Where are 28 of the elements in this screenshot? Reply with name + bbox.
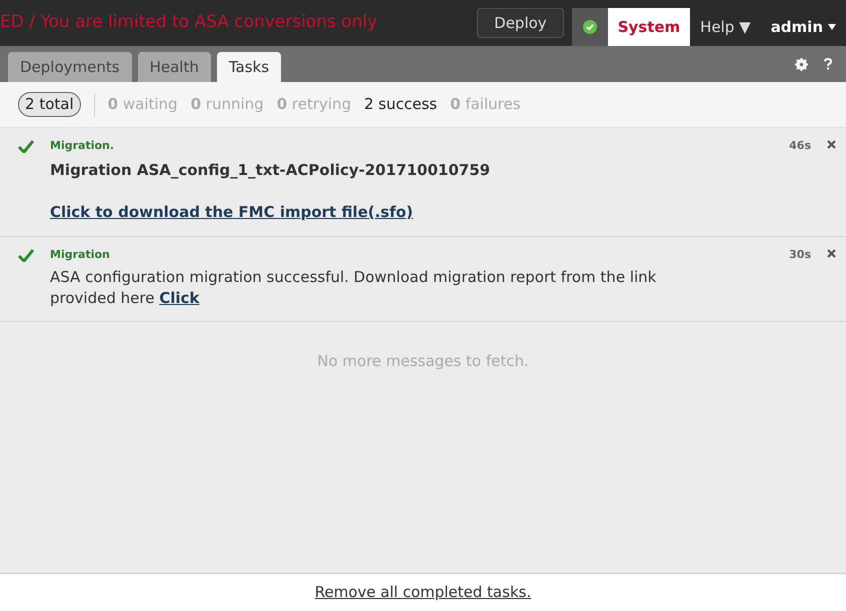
nav-item[interactable]: admin [760,8,846,46]
task-message: ASA configuration migration successful. Download migration report from the link provided here Click [50,267,658,309]
settings-icon[interactable] [795,58,808,70]
status-ok-icon [582,20,597,34]
check-icon [18,140,34,153]
task-time: 30s [789,246,811,262]
filter-count[interactable]: 2 total [18,92,81,117]
filter-count[interactable]: 2 success [364,93,438,116]
status-button[interactable] [572,8,608,46]
check-icon [18,248,34,262]
tab[interactable]: Deployments [8,52,132,82]
close-icon[interactable] [827,248,836,258]
close-icon[interactable] [827,140,836,149]
task-title: Migration [50,246,111,262]
remove-completed-link[interactable]: Remove all completed tasks. [314,581,532,604]
nav-item[interactable]: Help ▼ [690,8,761,46]
empty-message: No more messages to fetch. [317,351,529,372]
tab[interactable]: Tasks [216,52,282,82]
task-title: Migration. [50,138,116,154]
download-link[interactable]: Click to download the FMC import file(.sfo) [50,201,414,224]
license-warning: ED / You are limited to ASA conversions only [0,11,378,34]
nav-item[interactable]: System [608,8,690,46]
deploy-button[interactable]: Deploy [477,8,564,38]
report-link[interactable]: Click [159,289,200,307]
task-message: Migration ASA_config_1_txt-ACPolicy-201710010759 [50,160,492,180]
task-time: 46s [789,138,811,154]
help-icon[interactable] [824,58,832,70]
tab[interactable]: Health [138,52,211,82]
